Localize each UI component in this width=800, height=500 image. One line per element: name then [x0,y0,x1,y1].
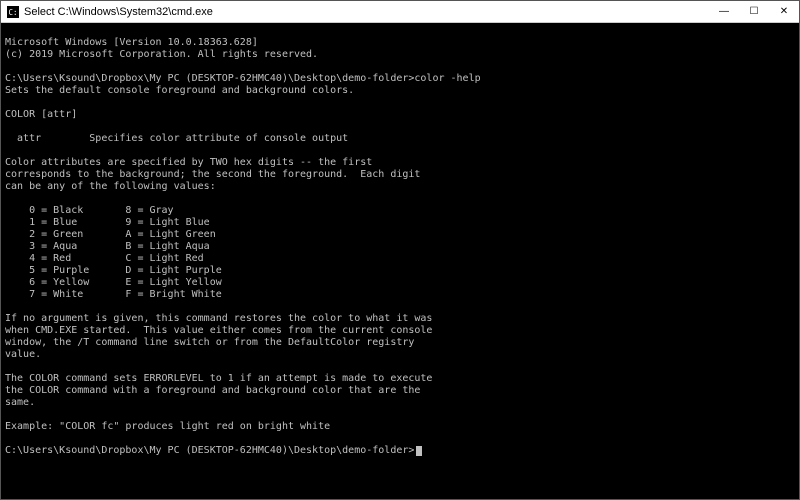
svg-text:C:: C: [9,8,18,17]
output-line: can be any of the following values: [5,181,216,192]
output-line: 5 = Purple D = Light Purple [5,265,222,276]
cursor [416,446,422,456]
output-line: 2 = Green A = Light Green [5,229,216,240]
output-line: If no argument is given, this command re… [5,313,432,324]
output-line: Example: "COLOR fc" produces light red o… [5,421,330,432]
output-line: 0 = Black 8 = Gray [5,205,174,216]
output-line: 3 = Aqua B = Light Aqua [5,241,210,252]
output-line: 1 = Blue 9 = Light Blue [5,217,210,228]
output-line: attr Specifies color attribute of consol… [5,133,348,144]
output-line: 6 = Yellow E = Light Yellow [5,277,222,288]
prompt-line: C:\Users\Ksound\Dropbox\My PC (DESKTOP-6… [5,445,422,456]
minimize-button[interactable]: — [709,1,739,22]
output-line: same. [5,397,35,408]
output-line: window, the /T command line switch or fr… [5,337,414,348]
close-button[interactable]: ✕ [769,1,799,22]
terminal-output[interactable]: Microsoft Windows [Version 10.0.18363.62… [1,23,799,499]
output-line: Color attributes are specified by TWO he… [5,157,372,168]
output-line: COLOR [attr] [5,109,77,120]
prompt-text: C:\Users\Ksound\Dropbox\My PC (DESKTOP-6… [5,445,414,456]
cmd-icon: C: [7,6,19,18]
output-line: Sets the default console foreground and … [5,85,354,96]
window-title: Select C:\Windows\System32\cmd.exe [24,6,709,18]
output-line: 7 = White F = Bright White [5,289,222,300]
output-line: The COLOR command sets ERRORLEVEL to 1 i… [5,373,432,384]
window-controls: — ☐ ✕ [709,1,799,22]
output-line: the COLOR command with a foreground and … [5,385,420,396]
output-line: when CMD.EXE started. This value either … [5,325,432,336]
output-line: value. [5,349,41,360]
output-line: (c) 2019 Microsoft Corporation. All righ… [5,49,318,60]
maximize-icon: ☐ [750,6,759,17]
minimize-icon: — [719,6,729,17]
titlebar[interactable]: C: Select C:\Windows\System32\cmd.exe — … [1,1,799,23]
cmd-window: C: Select C:\Windows\System32\cmd.exe — … [0,0,800,500]
output-line: corresponds to the background; the secon… [5,169,420,180]
maximize-button[interactable]: ☐ [739,1,769,22]
output-line: Microsoft Windows [Version 10.0.18363.62… [5,37,258,48]
output-line: 4 = Red C = Light Red [5,253,204,264]
prompt-line: C:\Users\Ksound\Dropbox\My PC (DESKTOP-6… [5,73,481,84]
close-icon: ✕ [780,6,788,17]
